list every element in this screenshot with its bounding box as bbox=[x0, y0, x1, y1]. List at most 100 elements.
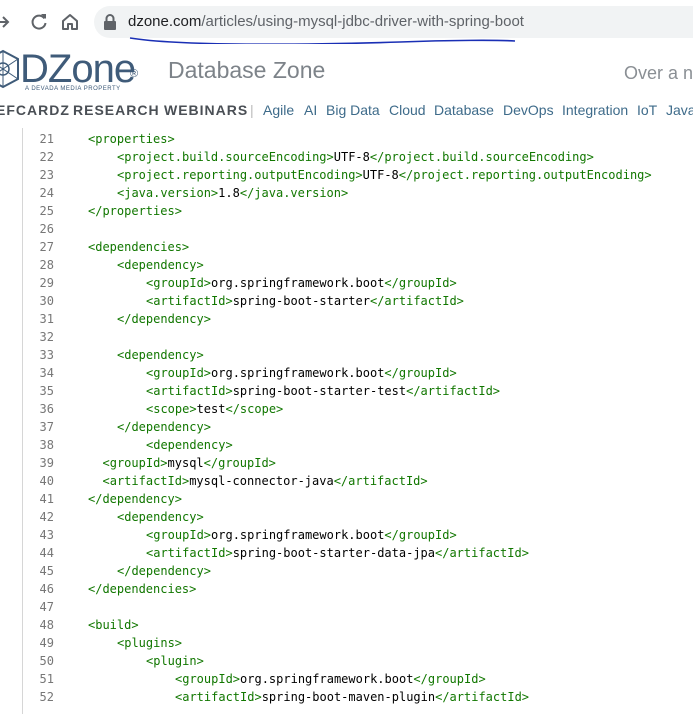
xml-tag: <dependency> bbox=[146, 438, 233, 452]
nav-cloud[interactable]: Cloud bbox=[389, 102, 426, 118]
line-number: 48 bbox=[39, 618, 54, 632]
code-text: <dependency> bbox=[146, 436, 233, 454]
code-line: 43 <groupId>org.springframework.boot</gro… bbox=[23, 526, 693, 544]
dzone-logo-icon[interactable] bbox=[0, 47, 20, 98]
xml-tag: <groupId> bbox=[175, 672, 241, 686]
home-icon[interactable] bbox=[58, 10, 82, 34]
xml-value: UTF-8 bbox=[362, 168, 399, 182]
nav-database[interactable]: Database bbox=[434, 102, 494, 118]
line-number: 34 bbox=[39, 366, 54, 380]
xml-tag: </artifactId> bbox=[406, 384, 501, 398]
xml-tag: </groupId> bbox=[384, 276, 457, 290]
code-line: 21 <properties> bbox=[23, 130, 693, 148]
code-text: <artifactId>spring-boot-starter</artifac… bbox=[146, 292, 464, 310]
nav-agile[interactable]: Agile bbox=[263, 102, 294, 118]
nav-webinars[interactable]: WEBINARS bbox=[164, 102, 248, 118]
line-number: 23 bbox=[39, 168, 54, 182]
xml-value: test bbox=[196, 402, 226, 416]
line-number: 42 bbox=[39, 510, 54, 524]
line-number: 41 bbox=[39, 492, 54, 506]
xml-tag: </project.reporting.outputEncoding> bbox=[398, 168, 652, 182]
url-text[interactable]: dzone.com/articles/using-mysql-jdbc-driv… bbox=[128, 13, 524, 30]
xml-tag: <dependency> bbox=[117, 510, 204, 524]
line-number: 29 bbox=[39, 276, 54, 290]
nav-refcardz[interactable]: EFCARDZ bbox=[0, 102, 70, 118]
nav-ai[interactable]: AI bbox=[304, 102, 317, 118]
xml-tag: </groupId> bbox=[384, 528, 457, 542]
logo-tagline: A DEVADA MEDIA PROPERTY bbox=[25, 86, 121, 92]
xml-value: org.springframework.boot bbox=[240, 672, 414, 686]
line-number: 27 bbox=[39, 240, 54, 254]
line-number: 40 bbox=[39, 474, 54, 488]
nav-iot[interactable]: IoT bbox=[637, 102, 657, 118]
code-line: 28 <dependency> bbox=[23, 256, 693, 274]
xml-tag: </artifactId> bbox=[435, 690, 530, 704]
line-number: 26 bbox=[39, 222, 54, 236]
code-text: <java.version>1.8</java.version> bbox=[117, 184, 348, 202]
code-text: <groupId>org.springframework.boot</group… bbox=[146, 526, 457, 544]
code-text: <artifactId>spring-boot-starter-test</ar… bbox=[146, 382, 500, 400]
xml-tag: </artifactId> bbox=[435, 546, 529, 560]
dzone-logo-text[interactable]: DZone bbox=[20, 47, 136, 91]
address-bar[interactable]: dzone.com/articles/using-mysql-jdbc-driv… bbox=[94, 6, 693, 38]
code-text: </dependency> bbox=[117, 418, 211, 436]
top-nav: EFCARDZ RESEARCH WEBINARS | Agile AI Big… bbox=[0, 96, 693, 126]
code-text: <plugins> bbox=[117, 634, 182, 652]
line-number: 52 bbox=[39, 690, 54, 704]
xml-tag: <groupId> bbox=[146, 276, 212, 290]
xml-tag: <groupId> bbox=[146, 366, 212, 380]
xml-value: spring-boot-starter-data-jpa bbox=[232, 546, 435, 560]
line-number: 28 bbox=[39, 258, 54, 272]
line-number: 30 bbox=[39, 294, 54, 308]
code-text: <artifactId>mysql-connector-java</artifa… bbox=[103, 472, 428, 490]
code-text: <groupId>org.springframework.boot</group… bbox=[175, 670, 486, 688]
nav-java[interactable]: Java bbox=[666, 102, 693, 118]
xml-tag: </project.build.sourceEncoding> bbox=[369, 150, 594, 164]
xml-tag: <artifactId> bbox=[146, 546, 233, 560]
code-text: <properties> bbox=[88, 130, 175, 148]
xml-tag: <dependency> bbox=[117, 258, 204, 272]
code-text: <plugin> bbox=[146, 652, 204, 670]
code-line: 39 <groupId>mysql</groupId> bbox=[23, 454, 693, 472]
code-line: 27 <dependencies> bbox=[23, 238, 693, 256]
code-line: 22 <project.build.sourceEncoding>UTF-8</p… bbox=[23, 148, 693, 166]
line-number: 32 bbox=[39, 330, 54, 344]
forward-arrow-icon[interactable] bbox=[0, 10, 14, 34]
code-line: 52 <artifactId>spring-boot-maven-plugin</… bbox=[23, 688, 693, 706]
xml-tag: </properties> bbox=[88, 204, 182, 218]
xml-value: mysql bbox=[167, 456, 204, 470]
reload-icon[interactable] bbox=[27, 10, 51, 34]
nav-big-data[interactable]: Big Data bbox=[326, 102, 380, 118]
code-line: 50 <plugin> bbox=[23, 652, 693, 670]
nav-separator: | bbox=[250, 102, 254, 118]
code-line: 36 <scope>test</scope> bbox=[23, 400, 693, 418]
xml-tag: </groupId> bbox=[384, 366, 457, 380]
line-number: 31 bbox=[39, 312, 54, 326]
code-text: </dependency> bbox=[88, 490, 182, 508]
xml-value: 1.8 bbox=[218, 186, 240, 200]
line-number: 22 bbox=[39, 150, 54, 164]
code-line: 32 bbox=[23, 328, 693, 346]
nav-research[interactable]: RESEARCH bbox=[73, 102, 160, 118]
url-domain: dzone.com bbox=[128, 13, 202, 30]
line-number: 51 bbox=[39, 672, 54, 686]
xml-tag: </artifactId> bbox=[369, 294, 464, 308]
nav-devops[interactable]: DevOps bbox=[503, 102, 554, 118]
line-number: 50 bbox=[39, 654, 54, 668]
xml-value: org.springframework.boot bbox=[211, 276, 385, 290]
lock-icon[interactable] bbox=[103, 14, 117, 35]
nav-integration[interactable]: Integration bbox=[562, 102, 628, 118]
code-block[interactable]: 21 <properties> 22 <project.build.sourceEnc… bbox=[22, 128, 693, 714]
code-line: 30 <artifactId>spring-boot-starter</artif… bbox=[23, 292, 693, 310]
code-text: <dependency> bbox=[117, 508, 204, 526]
code-text: </dependencies> bbox=[88, 580, 196, 598]
xml-tag: <java.version> bbox=[117, 186, 219, 200]
line-number: 39 bbox=[39, 456, 54, 470]
code-line: 44 <artifactId>spring-boot-starter-data-j… bbox=[23, 544, 693, 562]
xml-tag: <dependency> bbox=[117, 348, 204, 362]
registered-mark-icon: ® bbox=[130, 68, 139, 80]
zone-title[interactable]: Database Zone bbox=[168, 57, 325, 84]
xml-tag: <scope> bbox=[146, 402, 197, 416]
site-header: DZone ® A DEVADA MEDIA PROPERTY Database… bbox=[0, 44, 693, 96]
code-line: 34 <groupId>org.springframework.boot</gro… bbox=[23, 364, 693, 382]
